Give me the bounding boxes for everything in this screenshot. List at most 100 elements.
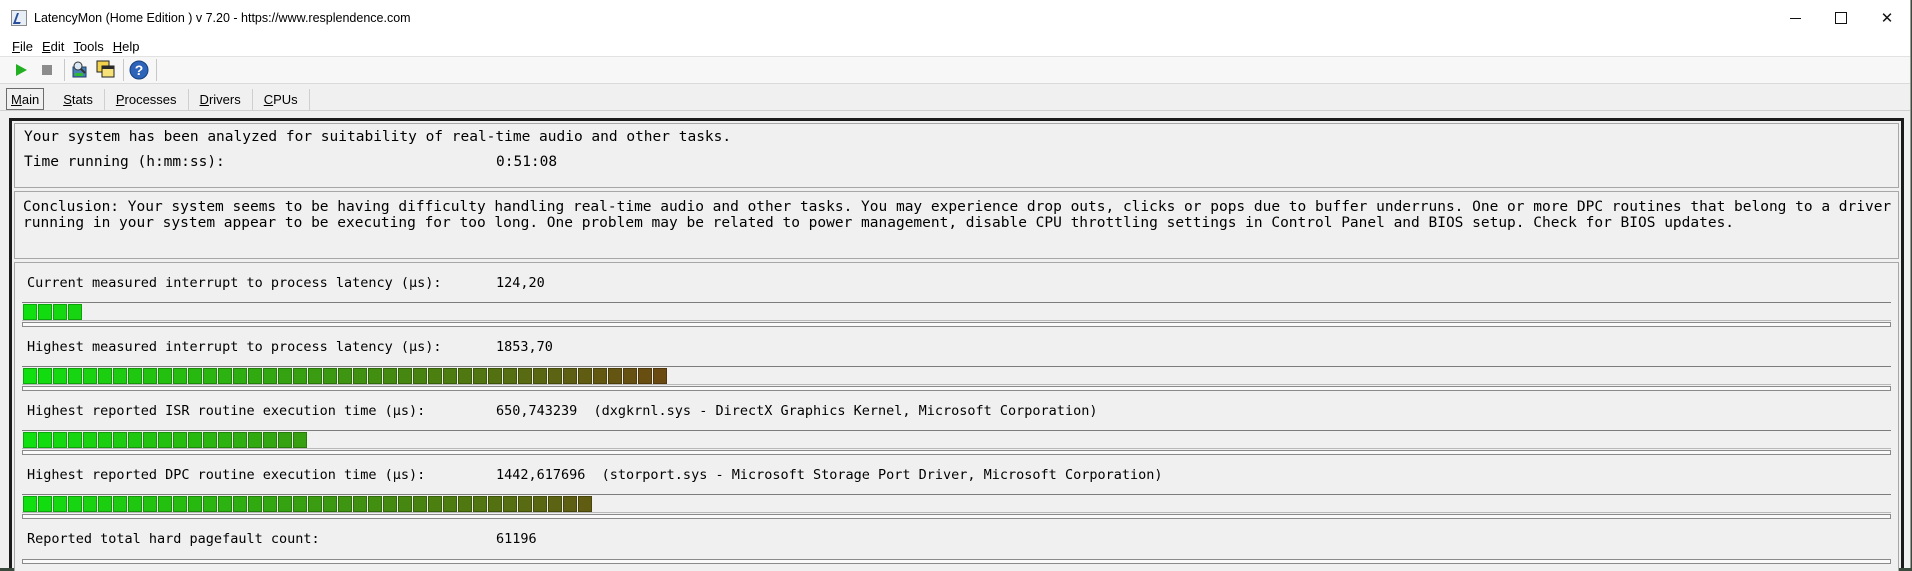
isr-time-value: 650,743239 (dxgkrnl.sys - DirectX Graphi… — [496, 403, 1098, 419]
dpc-time-bar — [22, 494, 1891, 513]
bar-baseline — [22, 514, 1891, 519]
bar-segment — [563, 368, 577, 384]
bar-segment — [353, 496, 367, 512]
bar-segment — [38, 496, 52, 512]
bar-segment — [488, 496, 502, 512]
time-running-value: 0:51:08 — [496, 154, 558, 170]
bar-segment — [203, 496, 217, 512]
title-bar[interactable]: LatencyMon (Home Edition ) v 7.20 - http… — [0, 0, 1910, 36]
bar-segment — [638, 368, 652, 384]
bar-segment — [278, 368, 292, 384]
menu-file[interactable]: File — [12, 39, 33, 54]
tab-processes[interactable]: Processes — [105, 89, 189, 110]
maximize-button[interactable] — [1818, 0, 1864, 36]
bar-segment — [308, 368, 322, 384]
bar-segment — [173, 368, 187, 384]
bar-segment — [68, 432, 82, 448]
bar-segment — [23, 304, 37, 320]
current-latency-label: Current measured interrupt to process la… — [27, 275, 442, 291]
conclusion-text: Conclusion: Your system seems to be havi… — [23, 199, 1892, 231]
windows-button[interactable] — [95, 59, 117, 81]
bar-segment — [53, 368, 67, 384]
bar-segment — [23, 368, 37, 384]
bar-segment — [203, 432, 217, 448]
pagefault-label: Reported total hard pagefault count: — [27, 531, 320, 547]
bar-segment — [608, 368, 622, 384]
bar-segment — [428, 368, 442, 384]
svg-text:?: ? — [135, 62, 144, 78]
tab-stats[interactable]: Stats — [52, 89, 105, 110]
bar-segment — [128, 432, 142, 448]
bar-segment — [443, 368, 457, 384]
start-button[interactable] — [10, 59, 32, 81]
bar-segment — [398, 368, 412, 384]
pagefault-value: 61196 — [496, 531, 537, 547]
bar-segment — [218, 368, 232, 384]
bar-segment — [233, 368, 247, 384]
close-button[interactable]: ✕ — [1864, 0, 1910, 36]
bar-segment — [503, 368, 517, 384]
bar-segment — [38, 368, 52, 384]
bar-segment — [533, 368, 547, 384]
bar-segment — [98, 496, 112, 512]
bar-segment — [83, 432, 97, 448]
current-latency-value: 124,20 — [496, 275, 545, 291]
menu-help[interactable]: Help — [113, 39, 140, 54]
bar-segment — [428, 496, 442, 512]
bar-fill — [23, 496, 593, 512]
bar-segment — [113, 432, 127, 448]
bar-segment — [653, 368, 667, 384]
bar-segment — [623, 368, 637, 384]
bar-segment — [368, 496, 382, 512]
bar-segment — [548, 496, 562, 512]
minimize-button[interactable] — [1772, 0, 1818, 36]
bar-segment — [113, 368, 127, 384]
bar-segment — [233, 496, 247, 512]
bar-segment — [548, 368, 562, 384]
bar-segment — [143, 368, 157, 384]
bar-segment — [578, 496, 592, 512]
bar-segment — [83, 368, 97, 384]
bar-segment — [353, 368, 367, 384]
menu-edit[interactable]: Edit — [42, 39, 64, 54]
tab-drivers[interactable]: Drivers — [189, 89, 253, 110]
bar-segment — [98, 432, 112, 448]
bar-segment — [413, 496, 427, 512]
bar-segment — [53, 432, 67, 448]
bar-segment — [68, 304, 82, 320]
analyze-button[interactable] — [69, 59, 91, 81]
bar-segment — [458, 496, 472, 512]
help-button[interactable]: ? — [128, 59, 150, 81]
bar-segment — [458, 368, 472, 384]
highest-latency-label: Highest measured interrupt to process la… — [27, 339, 442, 355]
bar-baseline — [22, 559, 1891, 564]
bar-segment — [308, 496, 322, 512]
tab-cpus[interactable]: C PUs — [253, 89, 310, 110]
stop-button[interactable] — [36, 59, 58, 81]
dpc-time-value: 1442,617696 (storport.sys - Microsoft St… — [496, 467, 1163, 483]
bar-segment — [248, 432, 262, 448]
bar-fill — [23, 368, 668, 384]
toolbar-separator — [156, 59, 157, 81]
tab-main[interactable]: Main — [6, 88, 45, 110]
bar-segment — [143, 496, 157, 512]
bar-segment — [323, 368, 337, 384]
bar-segment — [53, 304, 67, 320]
menu-tools[interactable]: Tools — [73, 39, 103, 54]
bar-segment — [263, 432, 277, 448]
bar-segment — [278, 432, 292, 448]
bar-segment — [293, 496, 307, 512]
bar-segment — [503, 496, 517, 512]
bar-segment — [98, 368, 112, 384]
play-icon — [16, 64, 27, 76]
bar-segment — [158, 432, 172, 448]
bar-segment — [188, 496, 202, 512]
bar-fill — [23, 304, 83, 320]
analyze-icon — [72, 61, 87, 78]
metrics-panel: Current measured interrupt to process la… — [14, 262, 1899, 571]
bar-segment — [383, 496, 397, 512]
menu-bar: File Edit Tools Help — [0, 36, 1910, 57]
bar-segment — [338, 368, 352, 384]
bar-segment — [443, 496, 457, 512]
bar-segment — [518, 496, 532, 512]
